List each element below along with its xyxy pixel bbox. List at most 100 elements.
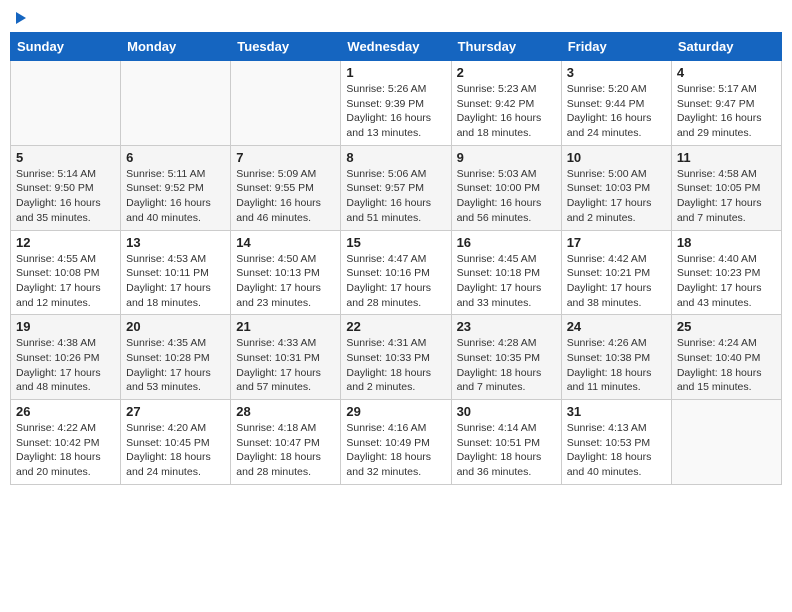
- calendar-cell: 27 Sunrise: 4:20 AM Sunset: 10:45 PM Dayl…: [121, 400, 231, 485]
- day-number: 2: [457, 65, 556, 80]
- calendar-cell: 2 Sunrise: 5:23 AM Sunset: 9:42 PM Daylig…: [451, 61, 561, 146]
- calendar-cell: 21Sunrise: 4:33 AM Sunset: 10:31 PM Dayl…: [231, 315, 341, 400]
- day-header-friday: Friday: [561, 33, 671, 61]
- day-number: 19: [16, 319, 115, 334]
- calendar-cell: 9 Sunrise: 5:03 AM Sunset: 10:00 PM Dayli…: [451, 145, 561, 230]
- logo: [14, 10, 26, 24]
- day-number: 7: [236, 150, 335, 165]
- day-number: 14: [236, 235, 335, 250]
- calendar-cell: 23 Sunrise: 4:28 AM Sunset: 10:35 PM Dayl…: [451, 315, 561, 400]
- calendar-cell: 25 Sunrise: 4:24 AM Sunset: 10:40 PM Dayl…: [671, 315, 781, 400]
- day-number: 9: [457, 150, 556, 165]
- day-number: 1: [346, 65, 445, 80]
- day-number: 18: [677, 235, 776, 250]
- day-number: 28: [236, 404, 335, 419]
- day-info: Sunrise: 4:38 AM Sunset: 10:26 PM Daylig…: [16, 336, 115, 395]
- day-number: 30: [457, 404, 556, 419]
- day-header-tuesday: Tuesday: [231, 33, 341, 61]
- day-number: 15: [346, 235, 445, 250]
- calendar-cell: 26 Sunrise: 4:22 AM Sunset: 10:42 PM Dayl…: [11, 400, 121, 485]
- day-number: 24: [567, 319, 666, 334]
- day-info: Sunrise: 5:20 AM Sunset: 9:44 PM Dayligh…: [567, 82, 666, 141]
- calendar-cell: 1Sunrise: 5:26 AM Sunset: 9:39 PM Daylig…: [341, 61, 451, 146]
- calendar-cell: 10Sunrise: 5:00 AM Sunset: 10:03 PM Dayl…: [561, 145, 671, 230]
- day-info: Sunrise: 4:45 AM Sunset: 10:18 PM Daylig…: [457, 252, 556, 311]
- calendar-cell: 8 Sunrise: 5:06 AM Sunset: 9:57 PM Daylig…: [341, 145, 451, 230]
- day-info: Sunrise: 5:09 AM Sunset: 9:55 PM Dayligh…: [236, 167, 335, 226]
- day-info: Sunrise: 4:22 AM Sunset: 10:42 PM Daylig…: [16, 421, 115, 480]
- calendar-cell: [121, 61, 231, 146]
- day-info: Sunrise: 4:35 AM Sunset: 10:28 PM Daylig…: [126, 336, 225, 395]
- calendar-header-row: SundayMondayTuesdayWednesdayThursdayFrid…: [11, 33, 782, 61]
- calendar-cell: 7 Sunrise: 5:09 AM Sunset: 9:55 PM Daylig…: [231, 145, 341, 230]
- day-number: 5: [16, 150, 115, 165]
- day-info: Sunrise: 4:58 AM Sunset: 10:05 PM Daylig…: [677, 167, 776, 226]
- day-info: Sunrise: 4:55 AM Sunset: 10:08 PM Daylig…: [16, 252, 115, 311]
- day-number: 31: [567, 404, 666, 419]
- day-number: 25: [677, 319, 776, 334]
- calendar-cell: 28 Sunrise: 4:18 AM Sunset: 10:47 PM Dayl…: [231, 400, 341, 485]
- day-header-saturday: Saturday: [671, 33, 781, 61]
- day-info: Sunrise: 5:23 AM Sunset: 9:42 PM Dayligh…: [457, 82, 556, 141]
- day-info: Sunrise: 4:14 AM Sunset: 10:51 PM Daylig…: [457, 421, 556, 480]
- calendar-cell: 6Sunrise: 5:11 AM Sunset: 9:52 PM Daylig…: [121, 145, 231, 230]
- day-info: Sunrise: 5:06 AM Sunset: 9:57 PM Dayligh…: [346, 167, 445, 226]
- day-number: 10: [567, 150, 666, 165]
- day-info: Sunrise: 5:11 AM Sunset: 9:52 PM Dayligh…: [126, 167, 225, 226]
- day-info: Sunrise: 4:28 AM Sunset: 10:35 PM Daylig…: [457, 336, 556, 395]
- day-info: Sunrise: 4:47 AM Sunset: 10:16 PM Daylig…: [346, 252, 445, 311]
- day-info: Sunrise: 4:40 AM Sunset: 10:23 PM Daylig…: [677, 252, 776, 311]
- calendar-cell: 29 Sunrise: 4:16 AM Sunset: 10:49 PM Dayl…: [341, 400, 451, 485]
- day-info: Sunrise: 5:14 AM Sunset: 9:50 PM Dayligh…: [16, 167, 115, 226]
- day-header-wednesday: Wednesday: [341, 33, 451, 61]
- calendar-cell: 14 Sunrise: 4:50 AM Sunset: 10:13 PM Dayl…: [231, 230, 341, 315]
- calendar-cell: 22 Sunrise: 4:31 AM Sunset: 10:33 PM Dayl…: [341, 315, 451, 400]
- day-header-monday: Monday: [121, 33, 231, 61]
- day-number: 27: [126, 404, 225, 419]
- day-info: Sunrise: 4:26 AM Sunset: 10:38 PM Daylig…: [567, 336, 666, 395]
- logo-arrow-icon: [16, 12, 26, 24]
- day-number: 11: [677, 150, 776, 165]
- day-info: Sunrise: 4:42 AM Sunset: 10:21 PM Daylig…: [567, 252, 666, 311]
- day-info: Sunrise: 4:18 AM Sunset: 10:47 PM Daylig…: [236, 421, 335, 480]
- day-number: 29: [346, 404, 445, 419]
- calendar-cell: 20 Sunrise: 4:35 AM Sunset: 10:28 PM Dayl…: [121, 315, 231, 400]
- day-number: 13: [126, 235, 225, 250]
- calendar-cell: [671, 400, 781, 485]
- calendar-cell: 12 Sunrise: 4:55 AM Sunset: 10:08 PM Dayl…: [11, 230, 121, 315]
- calendar-week-row: 5 Sunrise: 5:14 AM Sunset: 9:50 PM Daylig…: [11, 145, 782, 230]
- calendar-week-row: 26 Sunrise: 4:22 AM Sunset: 10:42 PM Dayl…: [11, 400, 782, 485]
- calendar-cell: 30 Sunrise: 4:14 AM Sunset: 10:51 PM Dayl…: [451, 400, 561, 485]
- calendar-cell: [11, 61, 121, 146]
- day-number: 20: [126, 319, 225, 334]
- day-number: 4: [677, 65, 776, 80]
- day-number: 3: [567, 65, 666, 80]
- calendar-week-row: 1Sunrise: 5:26 AM Sunset: 9:39 PM Daylig…: [11, 61, 782, 146]
- day-number: 23: [457, 319, 556, 334]
- day-number: 26: [16, 404, 115, 419]
- day-header-sunday: Sunday: [11, 33, 121, 61]
- calendar-cell: [231, 61, 341, 146]
- calendar-week-row: 19 Sunrise: 4:38 AM Sunset: 10:26 PM Dayl…: [11, 315, 782, 400]
- day-info: Sunrise: 4:53 AM Sunset: 10:11 PM Daylig…: [126, 252, 225, 311]
- calendar-cell: 15 Sunrise: 4:47 AM Sunset: 10:16 PM Dayl…: [341, 230, 451, 315]
- calendar-week-row: 12 Sunrise: 4:55 AM Sunset: 10:08 PM Dayl…: [11, 230, 782, 315]
- calendar-cell: 13 Sunrise: 4:53 AM Sunset: 10:11 PM Dayl…: [121, 230, 231, 315]
- day-info: Sunrise: 4:16 AM Sunset: 10:49 PM Daylig…: [346, 421, 445, 480]
- day-number: 12: [16, 235, 115, 250]
- day-info: Sunrise: 4:50 AM Sunset: 10:13 PM Daylig…: [236, 252, 335, 311]
- day-info: Sunrise: 4:31 AM Sunset: 10:33 PM Daylig…: [346, 336, 445, 395]
- calendar-cell: 19 Sunrise: 4:38 AM Sunset: 10:26 PM Dayl…: [11, 315, 121, 400]
- calendar-cell: 3 Sunrise: 5:20 AM Sunset: 9:44 PM Daylig…: [561, 61, 671, 146]
- day-number: 17: [567, 235, 666, 250]
- calendar-cell: 16Sunrise: 4:45 AM Sunset: 10:18 PM Dayl…: [451, 230, 561, 315]
- day-info: Sunrise: 4:20 AM Sunset: 10:45 PM Daylig…: [126, 421, 225, 480]
- day-info: Sunrise: 4:24 AM Sunset: 10:40 PM Daylig…: [677, 336, 776, 395]
- day-header-thursday: Thursday: [451, 33, 561, 61]
- day-info: Sunrise: 5:03 AM Sunset: 10:00 PM Daylig…: [457, 167, 556, 226]
- day-number: 8: [346, 150, 445, 165]
- day-number: 22: [346, 319, 445, 334]
- day-info: Sunrise: 4:33 AM Sunset: 10:31 PM Daylig…: [236, 336, 335, 395]
- calendar-table: SundayMondayTuesdayWednesdayThursdayFrid…: [10, 32, 782, 485]
- calendar-cell: 11 Sunrise: 4:58 AM Sunset: 10:05 PM Dayl…: [671, 145, 781, 230]
